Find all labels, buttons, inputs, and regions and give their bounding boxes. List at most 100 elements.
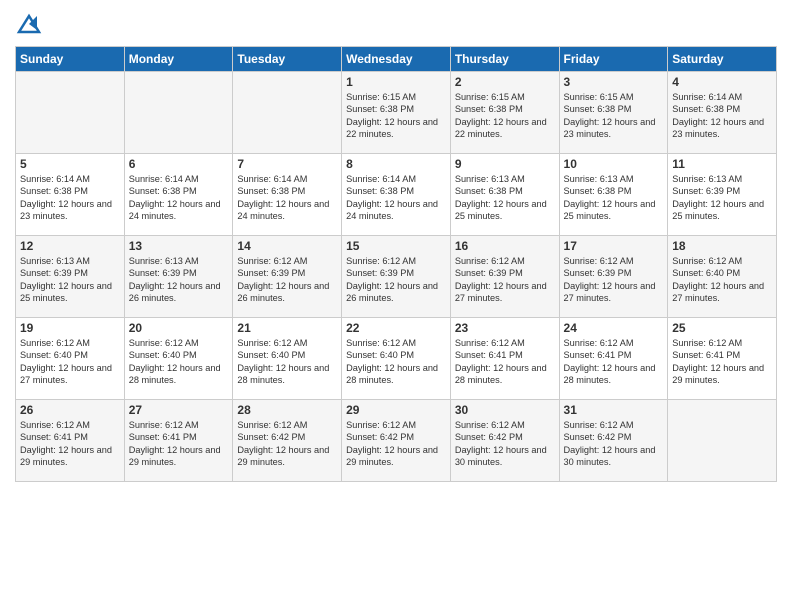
day-info: Sunrise: 6:12 AM Sunset: 6:40 PM Dayligh…	[237, 337, 337, 387]
calendar-body: 1Sunrise: 6:15 AM Sunset: 6:38 PM Daylig…	[16, 72, 777, 482]
day-number: 24	[564, 321, 664, 335]
day-number: 17	[564, 239, 664, 253]
day-info: Sunrise: 6:14 AM Sunset: 6:38 PM Dayligh…	[346, 173, 446, 223]
day-number: 4	[672, 75, 772, 89]
day-number: 13	[129, 239, 229, 253]
day-info: Sunrise: 6:12 AM Sunset: 6:39 PM Dayligh…	[346, 255, 446, 305]
day-number: 29	[346, 403, 446, 417]
calendar-cell: 18 Sunrise: 6:12 AM Sunset: 6:40 PM Dayli…	[668, 236, 777, 318]
day-info: Sunrise: 6:13 AM Sunset: 6:39 PM Dayligh…	[672, 173, 772, 223]
day-info: Sunrise: 6:12 AM Sunset: 6:42 PM Dayligh…	[455, 419, 555, 469]
week-row-3: 12 Sunrise: 6:13 AM Sunset: 6:39 PM Dayli…	[16, 236, 777, 318]
week-row-1: 1Sunrise: 6:15 AM Sunset: 6:38 PM Daylig…	[16, 72, 777, 154]
calendar-cell: 13Sunrise: 6:13 AM Sunset: 6:39 PM Dayli…	[124, 236, 233, 318]
calendar-header: SundayMondayTuesdayWednesdayThursdayFrid…	[16, 47, 777, 72]
day-number: 21	[237, 321, 337, 335]
calendar-cell: 8 Sunrise: 6:14 AM Sunset: 6:38 PM Daylig…	[342, 154, 451, 236]
day-info: Sunrise: 6:12 AM Sunset: 6:42 PM Dayligh…	[346, 419, 446, 469]
header-row: SundayMondayTuesdayWednesdayThursdayFrid…	[16, 47, 777, 72]
calendar-cell: 27Sunrise: 6:12 AM Sunset: 6:41 PM Dayli…	[124, 400, 233, 482]
calendar-cell: 24 Sunrise: 6:12 AM Sunset: 6:41 PM Dayli…	[559, 318, 668, 400]
week-row-2: 5 Sunrise: 6:14 AM Sunset: 6:38 PM Daylig…	[16, 154, 777, 236]
day-number: 28	[237, 403, 337, 417]
day-header-monday: Monday	[124, 47, 233, 72]
page: SundayMondayTuesdayWednesdayThursdayFrid…	[0, 0, 792, 612]
calendar-cell: 28 Sunrise: 6:12 AM Sunset: 6:42 PM Dayli…	[233, 400, 342, 482]
day-info: Sunrise: 6:12 AM Sunset: 6:40 PM Dayligh…	[672, 255, 772, 305]
calendar-cell: 14 Sunrise: 6:12 AM Sunset: 6:39 PM Dayli…	[233, 236, 342, 318]
day-info: Sunrise: 6:14 AM Sunset: 6:38 PM Dayligh…	[20, 173, 120, 223]
calendar-cell: 3 Sunrise: 6:15 AM Sunset: 6:38 PM Daylig…	[559, 72, 668, 154]
day-info: Sunrise: 6:13 AM Sunset: 6:39 PM Dayligh…	[20, 255, 120, 305]
day-header-thursday: Thursday	[450, 47, 559, 72]
day-number: 3	[564, 75, 664, 89]
day-number: 26	[20, 403, 120, 417]
day-number: 27	[129, 403, 229, 417]
day-number: 25	[672, 321, 772, 335]
day-number: 8	[346, 157, 446, 171]
day-number: 16	[455, 239, 555, 253]
calendar-cell: 9 Sunrise: 6:13 AM Sunset: 6:38 PM Daylig…	[450, 154, 559, 236]
day-number: 7	[237, 157, 337, 171]
calendar-cell: 4Sunrise: 6:14 AM Sunset: 6:38 PM Daylig…	[668, 72, 777, 154]
day-info: Sunrise: 6:15 AM Sunset: 6:38 PM Dayligh…	[346, 91, 446, 141]
day-number: 12	[20, 239, 120, 253]
calendar-cell: 15Sunrise: 6:12 AM Sunset: 6:39 PM Dayli…	[342, 236, 451, 318]
day-info: Sunrise: 6:12 AM Sunset: 6:41 PM Dayligh…	[672, 337, 772, 387]
calendar-table: SundayMondayTuesdayWednesdayThursdayFrid…	[15, 46, 777, 482]
day-number: 5	[20, 157, 120, 171]
day-info: Sunrise: 6:13 AM Sunset: 6:38 PM Dayligh…	[564, 173, 664, 223]
calendar-cell: 1Sunrise: 6:15 AM Sunset: 6:38 PM Daylig…	[342, 72, 451, 154]
calendar-cell: 11Sunrise: 6:13 AM Sunset: 6:39 PM Dayli…	[668, 154, 777, 236]
day-info: Sunrise: 6:15 AM Sunset: 6:38 PM Dayligh…	[564, 91, 664, 141]
calendar-cell: 7Sunrise: 6:14 AM Sunset: 6:38 PM Daylig…	[233, 154, 342, 236]
day-info: Sunrise: 6:12 AM Sunset: 6:42 PM Dayligh…	[564, 419, 664, 469]
week-row-4: 19 Sunrise: 6:12 AM Sunset: 6:40 PM Dayli…	[16, 318, 777, 400]
day-number: 19	[20, 321, 120, 335]
calendar-cell: 22Sunrise: 6:12 AM Sunset: 6:40 PM Dayli…	[342, 318, 451, 400]
day-info: Sunrise: 6:12 AM Sunset: 6:41 PM Dayligh…	[564, 337, 664, 387]
calendar-cell: 16 Sunrise: 6:12 AM Sunset: 6:39 PM Dayli…	[450, 236, 559, 318]
day-number: 2	[455, 75, 555, 89]
week-row-5: 26 Sunrise: 6:12 AM Sunset: 6:41 PM Dayli…	[16, 400, 777, 482]
day-header-tuesday: Tuesday	[233, 47, 342, 72]
calendar-cell: 26 Sunrise: 6:12 AM Sunset: 6:41 PM Dayli…	[16, 400, 125, 482]
day-header-saturday: Saturday	[668, 47, 777, 72]
calendar-cell: 31 Sunrise: 6:12 AM Sunset: 6:42 PM Dayli…	[559, 400, 668, 482]
calendar-cell: 23Sunrise: 6:12 AM Sunset: 6:41 PM Dayli…	[450, 318, 559, 400]
calendar-cell	[233, 72, 342, 154]
calendar-cell	[124, 72, 233, 154]
day-info: Sunrise: 6:12 AM Sunset: 6:39 PM Dayligh…	[455, 255, 555, 305]
logo	[15, 10, 47, 38]
day-number: 31	[564, 403, 664, 417]
calendar-cell: 5 Sunrise: 6:14 AM Sunset: 6:38 PM Daylig…	[16, 154, 125, 236]
calendar-cell: 21 Sunrise: 6:12 AM Sunset: 6:40 PM Dayli…	[233, 318, 342, 400]
day-number: 18	[672, 239, 772, 253]
day-info: Sunrise: 6:14 AM Sunset: 6:38 PM Dayligh…	[129, 173, 229, 223]
day-number: 14	[237, 239, 337, 253]
calendar-cell: 6 Sunrise: 6:14 AM Sunset: 6:38 PM Daylig…	[124, 154, 233, 236]
calendar-cell: 29 Sunrise: 6:12 AM Sunset: 6:42 PM Dayli…	[342, 400, 451, 482]
day-info: Sunrise: 6:12 AM Sunset: 6:42 PM Dayligh…	[237, 419, 337, 469]
day-info: Sunrise: 6:15 AM Sunset: 6:38 PM Dayligh…	[455, 91, 555, 141]
calendar-cell: 12 Sunrise: 6:13 AM Sunset: 6:39 PM Dayli…	[16, 236, 125, 318]
day-info: Sunrise: 6:12 AM Sunset: 6:39 PM Dayligh…	[564, 255, 664, 305]
day-number: 9	[455, 157, 555, 171]
day-number: 22	[346, 321, 446, 335]
day-header-sunday: Sunday	[16, 47, 125, 72]
calendar-cell: 17 Sunrise: 6:12 AM Sunset: 6:39 PM Dayli…	[559, 236, 668, 318]
day-number: 10	[564, 157, 664, 171]
day-info: Sunrise: 6:12 AM Sunset: 6:41 PM Dayligh…	[455, 337, 555, 387]
calendar-cell	[16, 72, 125, 154]
header	[15, 10, 777, 38]
calendar-cell: 30 Sunrise: 6:12 AM Sunset: 6:42 PM Dayli…	[450, 400, 559, 482]
day-info: Sunrise: 6:13 AM Sunset: 6:38 PM Dayligh…	[455, 173, 555, 223]
day-info: Sunrise: 6:12 AM Sunset: 6:41 PM Dayligh…	[20, 419, 120, 469]
day-number: 30	[455, 403, 555, 417]
calendar-cell	[668, 400, 777, 482]
calendar-cell: 10 Sunrise: 6:13 AM Sunset: 6:38 PM Dayli…	[559, 154, 668, 236]
calendar-cell: 19Sunrise: 6:12 AM Sunset: 6:40 PM Dayli…	[16, 318, 125, 400]
day-number: 6	[129, 157, 229, 171]
day-info: Sunrise: 6:12 AM Sunset: 6:39 PM Dayligh…	[237, 255, 337, 305]
calendar-cell: 2 Sunrise: 6:15 AM Sunset: 6:38 PM Daylig…	[450, 72, 559, 154]
